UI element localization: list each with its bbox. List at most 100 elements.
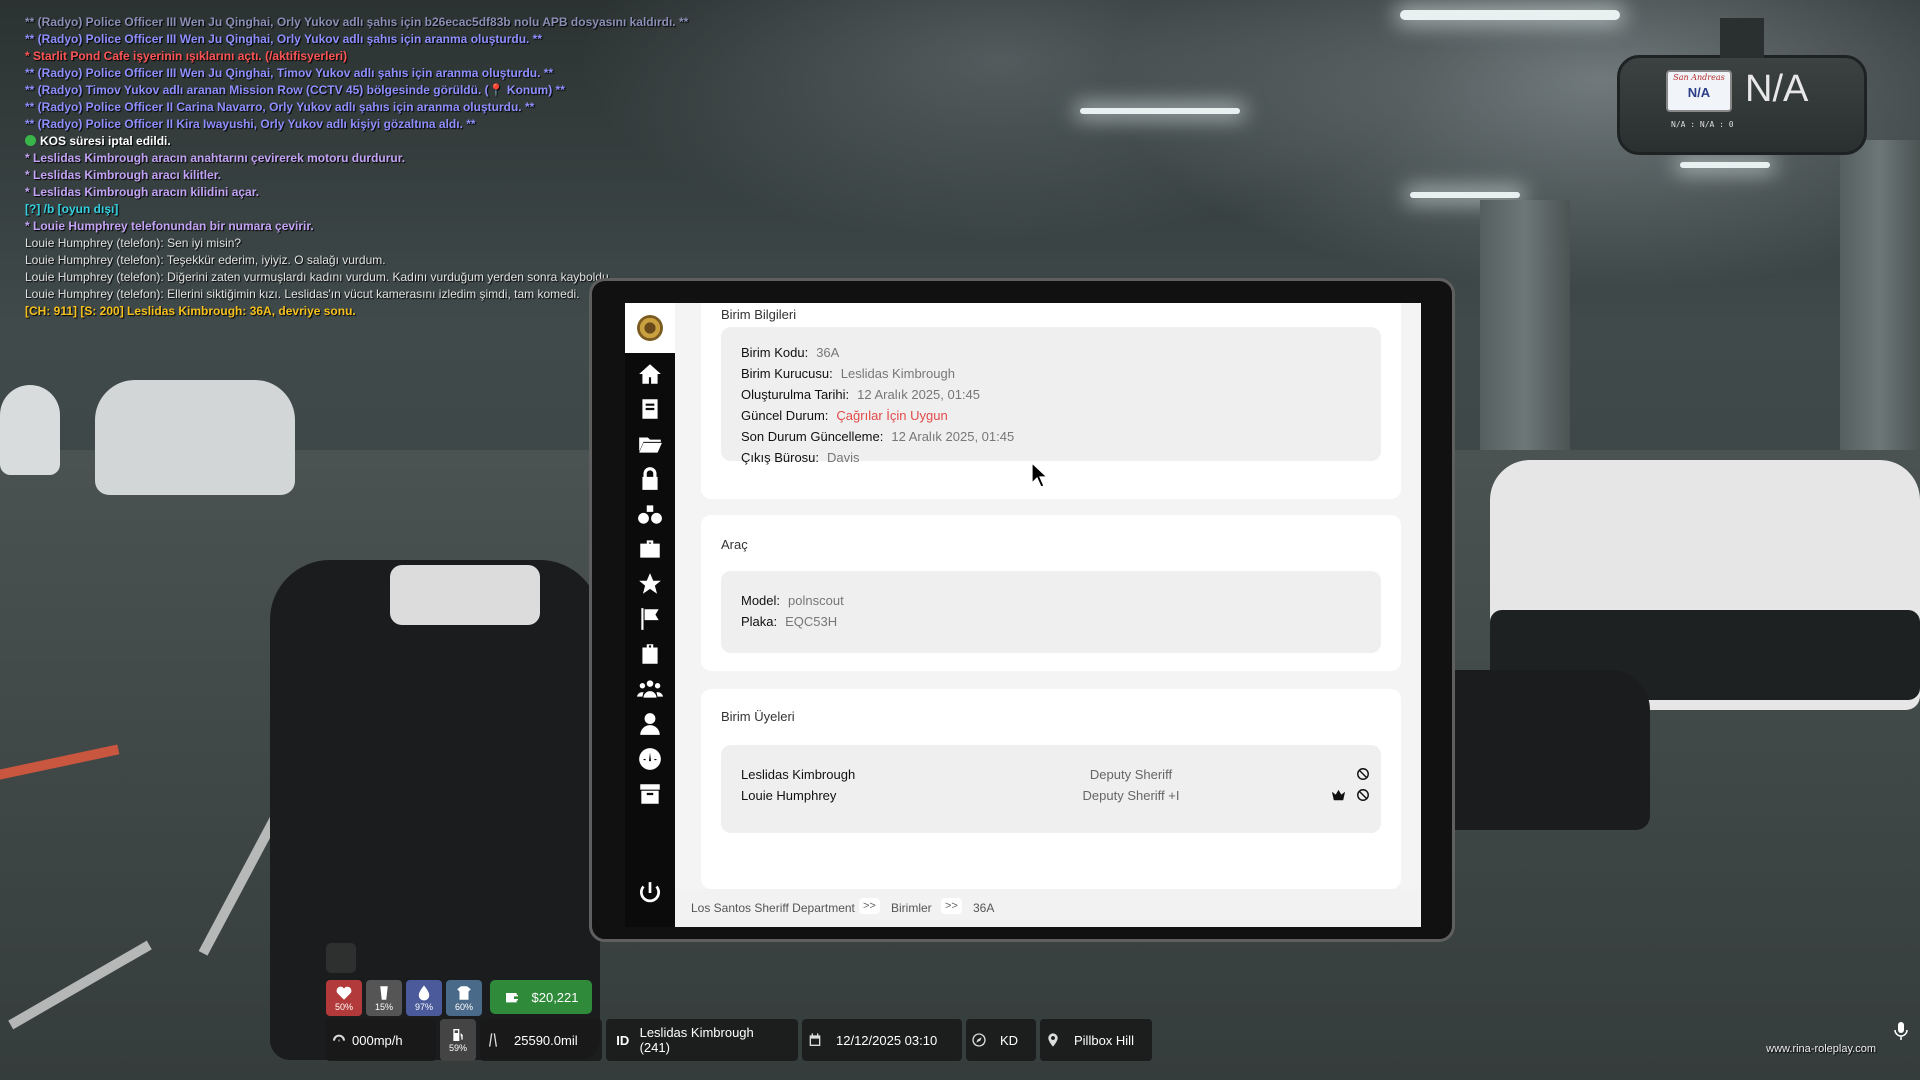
dashcam-display: San Andreas N/A N/A N/A : N/A : 0 — [1617, 18, 1867, 155]
crown-icon — [1330, 787, 1346, 803]
chat-line: Louie Humphrey (telefon): Teşekkür ederi… — [25, 253, 386, 267]
member-name: Louie Humphrey — [741, 788, 837, 803]
briefcase-icon[interactable] — [625, 535, 675, 563]
money-display: $20,221 — [490, 980, 592, 1014]
breadcrumb-units[interactable]: Birimler — [891, 901, 932, 915]
calendar-icon — [809, 1033, 821, 1046]
mouse-cursor — [1031, 462, 1049, 488]
lock-icon[interactable] — [625, 465, 675, 493]
mdt-content[interactable]: Birim Bilgileri Birim Kodu: 36A Birim Kur… — [675, 303, 1421, 889]
datetime-box: 12/12/2025 03:10 — [802, 1019, 962, 1061]
chat-line: * Leslidas Kimbrough aracı kilitler. — [25, 168, 222, 182]
money-value: $20,221 — [531, 989, 579, 1005]
water-icon — [418, 985, 430, 1001]
current-status-row: Güncel Durum: Çağrılar İçin Uygun — [741, 408, 948, 423]
chat-line: ** (Radyo) Police Officer II Kira Iwayus… — [25, 117, 476, 131]
vehicle-card: Araç Model: polnscout Plaka: EQC53H — [701, 515, 1401, 671]
microphone-icon — [1894, 1022, 1908, 1040]
fuel-box: 59% — [440, 1019, 476, 1061]
thirst-value: 97% — [414, 1002, 433, 1012]
player-id-box: ID Leslidas Kimbrough (241) — [606, 1019, 798, 1061]
chat-line: * Leslidas Kimbrough aracın kilidini aça… — [25, 185, 260, 199]
speedometer-icon — [333, 1034, 345, 1042]
binoculars-icon[interactable] — [625, 500, 675, 528]
members-card: Birim Üyeleri Leslidas Kimbrough Deputy … — [701, 689, 1401, 889]
created-date-row: Oluşturulma Tarihi: 12 Aralık 2025, 01:45 — [741, 387, 981, 402]
speed-readout: N/A — [1745, 68, 1809, 110]
vehicle-model-row: Model: polnscout — [741, 593, 844, 608]
thirst-stat: 97% — [406, 980, 442, 1016]
location-value: Pillbox Hill — [1074, 1032, 1134, 1048]
vehicle-plate-row: Plaka: EQC53H — [741, 614, 838, 629]
plate-display: San Andreas N/A — [1666, 70, 1732, 112]
breadcrumb: Los Santos Sheriff Department >> Birimle… — [675, 889, 1421, 927]
chat-line: * Starlit Pond Cafe işyerinin ışıklarını… — [25, 49, 348, 63]
unit-info-title: Birim Bilgileri — [721, 307, 797, 322]
status-dot-icon — [25, 135, 36, 146]
compass-icon — [972, 1033, 986, 1047]
chat-line: ** (Radyo) Timov Yukov adlı aranan Missi… — [25, 83, 565, 97]
odometer-value: 25590.0mil — [514, 1032, 578, 1048]
fuel-value: 59% — [448, 1043, 467, 1053]
stamina-value: 60% — [454, 1002, 473, 1012]
fuel-icon — [453, 1029, 463, 1041]
website-watermark: www.rina-roleplay.com — [1766, 1043, 1876, 1055]
archive-icon[interactable] — [625, 780, 675, 808]
user-icon[interactable] — [625, 710, 675, 738]
star-icon[interactable] — [625, 570, 675, 598]
breadcrumb-separator: >> — [859, 898, 880, 914]
voice-slot — [326, 943, 356, 973]
unit-code-row: Birim Kodu: 36A — [741, 345, 840, 360]
chat-line: [?] /b [oyun dışı] — [25, 202, 119, 216]
member-rank: Deputy Sheriff +I — [1082, 788, 1180, 803]
origin-bureau-row: Çıkış Bürosu: Davis — [741, 450, 860, 465]
health-stat: 50% — [326, 980, 362, 1016]
dashcam-info: N/A : N/A : 0 — [1671, 120, 1734, 129]
id-icon: ID — [616, 1032, 630, 1048]
player-name: Leslidas Kimbrough (241) — [639, 1025, 754, 1055]
home-icon[interactable] — [625, 360, 675, 388]
flag-icon[interactable] — [625, 605, 675, 633]
heading-value: KD — [1000, 1032, 1019, 1048]
road-icon — [489, 1033, 497, 1047]
odometer-box: 25590.0mil — [480, 1019, 602, 1061]
chat-line: ** (Radyo) Police Officer III Wen Ju Qin… — [25, 32, 543, 46]
stamina-stat: 60% — [446, 980, 482, 1016]
notes-icon[interactable] — [625, 395, 675, 423]
location-box: Pillbox Hill — [1040, 1019, 1152, 1061]
mdt-tablet: Birim Bilgileri Birim Kodu: 36A Birim Kur… — [589, 278, 1455, 942]
chat-line: Louie Humphrey (telefon): Sen iyi misin? — [25, 236, 242, 250]
chat-line: ** (Radyo) Police Officer III Wen Ju Qin… — [25, 15, 689, 29]
people-icon[interactable] — [625, 675, 675, 703]
unit-info-box: Birim Kodu: 36A Birim Kurucusu: Leslidas K… — [721, 327, 1381, 465]
heading-box: KD — [966, 1019, 1036, 1061]
chat-line: KOS süresi iptal edildi. — [25, 133, 688, 150]
hunger-value: 15% — [374, 1002, 393, 1012]
remove-member-icon[interactable] — [1355, 787, 1371, 803]
member-row: Louie Humphrey Deputy Sheriff +I — [741, 787, 1369, 806]
wallet-icon — [505, 993, 518, 1003]
speed-value: 000mp/h — [352, 1032, 403, 1048]
power-icon[interactable] — [625, 873, 675, 913]
mdt-sidebar — [625, 303, 675, 927]
sheriff-badge-logo — [625, 303, 675, 353]
chat-line: ** (Radyo) Police Officer III Wen Ju Qin… — [25, 66, 554, 80]
chat-log: ** (Radyo) Police Officer III Wen Ju Qin… — [25, 14, 688, 320]
members-box: Leslidas Kimbrough Deputy Sheriff Louie … — [721, 745, 1381, 833]
chat-line: * Leslidas Kimbrough aracın anahtarını ç… — [25, 151, 406, 165]
chat-line: Louie Humphrey (telefon): Diğerini zaten… — [25, 270, 612, 284]
hunger-stat: 15% — [366, 980, 402, 1016]
suitcase-icon[interactable] — [625, 640, 675, 668]
member-rank: Deputy Sheriff — [1089, 767, 1173, 782]
member-name: Leslidas Kimbrough — [741, 767, 856, 782]
vehicle-box: Model: polnscout Plaka: EQC53H — [721, 571, 1381, 653]
member-row: Leslidas Kimbrough Deputy Sheriff — [741, 767, 1369, 785]
remove-member-icon[interactable] — [1355, 766, 1371, 782]
dashcam-mount — [1720, 18, 1764, 58]
folder-icon[interactable] — [625, 430, 675, 458]
food-icon — [380, 986, 388, 1000]
gauge-icon[interactable] — [625, 745, 675, 773]
breadcrumb-department[interactable]: Los Santos Sheriff Department — [691, 901, 855, 915]
breadcrumb-unit: 36A — [973, 901, 995, 915]
status-badge: Çağrılar İçin Uygun — [836, 408, 948, 423]
